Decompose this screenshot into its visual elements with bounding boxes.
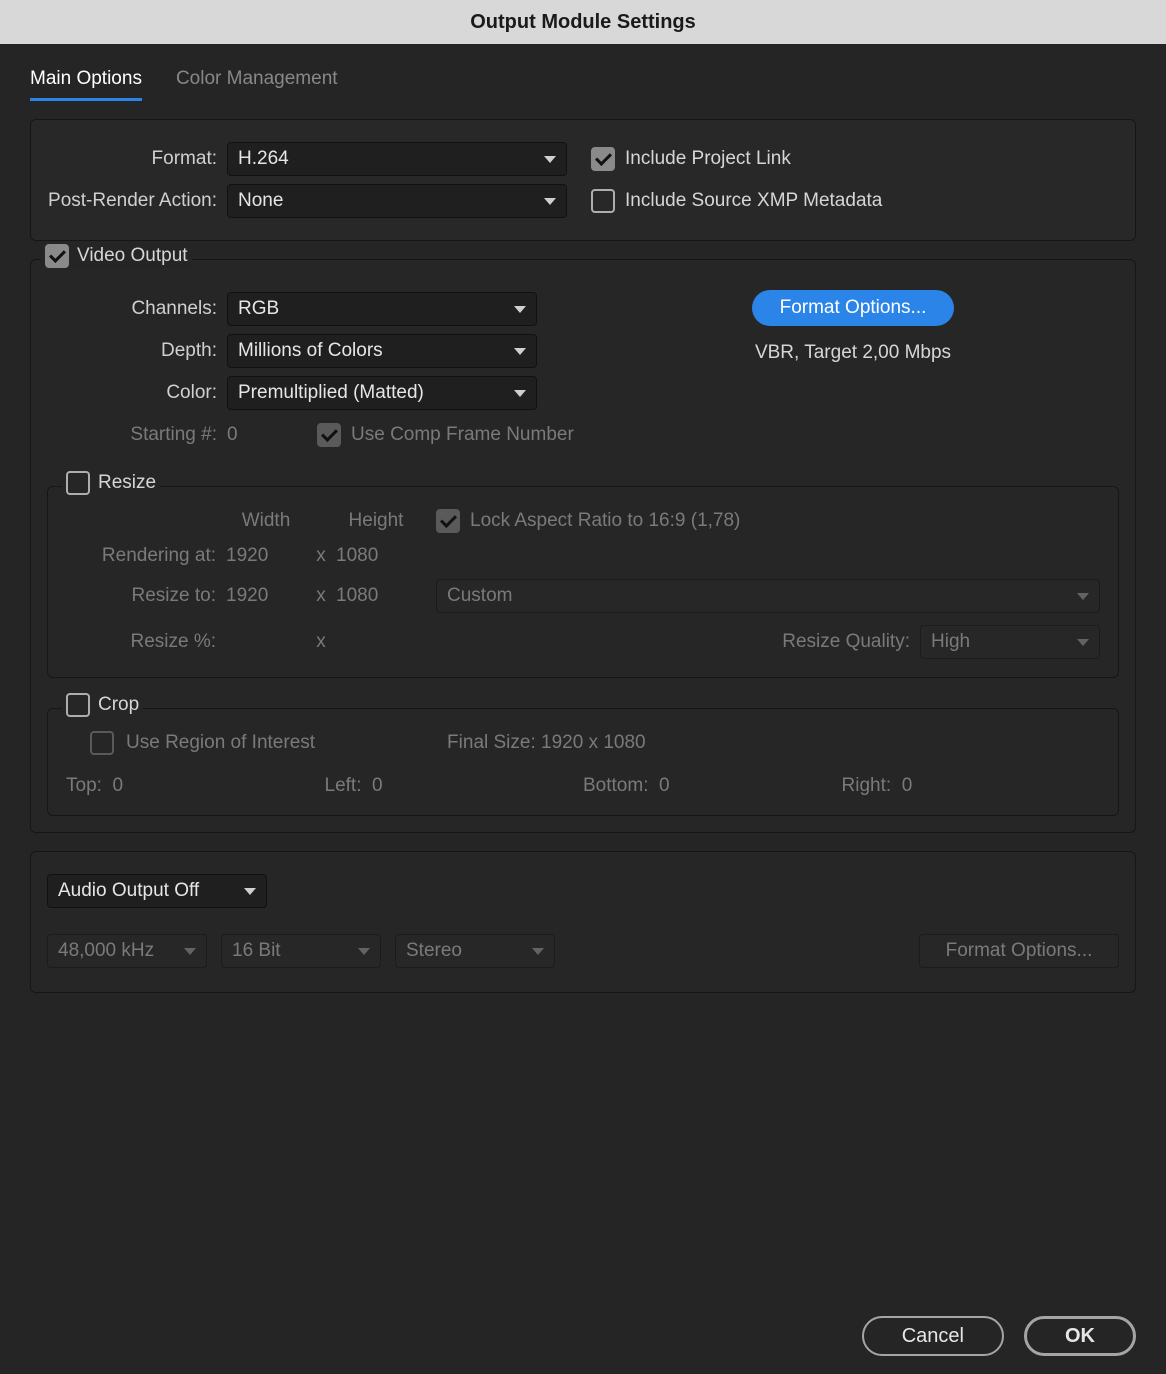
depth-value: Millions of Colors <box>238 340 383 362</box>
tab-color-management[interactable]: Color Management <box>176 68 338 101</box>
x-separator: x <box>306 631 336 653</box>
audio-channels-dropdown: Stereo <box>395 934 555 968</box>
crop-bottom-value: 0 <box>659 775 670 796</box>
audio-output-mode-dropdown[interactable]: Audio Output Off <box>47 874 267 908</box>
final-size: Final Size: 1920 x 1080 <box>447 732 646 754</box>
resize-quality-value: High <box>931 631 970 653</box>
chevron-down-icon <box>1077 593 1089 600</box>
tab-main-options[interactable]: Main Options <box>30 68 142 101</box>
format-panel: Format: H.264 Include Project Link Post-… <box>30 119 1136 241</box>
color-dropdown[interactable]: Premultiplied (Matted) <box>227 376 537 410</box>
resize-quality-label: Resize Quality: <box>782 631 910 653</box>
crop-checkbox[interactable] <box>66 693 90 717</box>
post-render-action-value: None <box>238 190 283 212</box>
post-render-action-dropdown[interactable]: None <box>227 184 567 218</box>
chevron-down-icon <box>244 888 256 895</box>
resize-preset-dropdown: Custom <box>436 579 1100 613</box>
resize-pct-label: Resize %: <box>66 631 226 653</box>
video-output-checkbox[interactable] <box>45 244 69 268</box>
chevron-down-icon <box>514 348 526 355</box>
starting-number-value: 0 <box>227 424 287 446</box>
crop-group: Crop Use Region of Interest Final Size: … <box>47 708 1119 816</box>
tabs: Main Options Color Management <box>18 44 1148 107</box>
format-label: Format: <box>47 148 227 170</box>
format-options-button[interactable]: Format Options... <box>752 290 955 326</box>
crop-left-label: Left: <box>325 775 362 796</box>
include-project-link-checkbox[interactable] <box>591 147 615 171</box>
resize-to-label: Resize to: <box>66 585 226 607</box>
audio-bit-depth-value: 16 Bit <box>232 940 281 962</box>
rendering-at-label: Rendering at: <box>66 545 226 567</box>
chevron-down-icon <box>532 948 544 955</box>
use-roi-checkbox <box>90 731 114 755</box>
resize-quality-dropdown: High <box>920 625 1100 659</box>
title-bar: Output Module Settings <box>0 0 1166 44</box>
audio-sample-rate-value: 48,000 kHz <box>58 940 154 962</box>
resize-preset-value: Custom <box>447 585 512 607</box>
dialog-title: Output Module Settings <box>470 11 696 34</box>
ok-button[interactable]: OK <box>1024 1316 1136 1356</box>
resize-legend: Resize <box>98 472 156 494</box>
include-project-link-label: Include Project Link <box>625 148 791 170</box>
color-label: Color: <box>47 382 227 404</box>
audio-sample-rate-dropdown: 48,000 kHz <box>47 934 207 968</box>
chevron-down-icon <box>544 198 556 205</box>
audio-output-group: Audio Output Off 48,000 kHz 16 Bit Stere… <box>30 851 1136 993</box>
depth-label: Depth: <box>47 340 227 362</box>
x-separator: x <box>306 585 336 607</box>
crop-bottom-label: Bottom: <box>583 775 648 796</box>
starting-number-label: Starting #: <box>47 424 227 446</box>
format-dropdown[interactable]: H.264 <box>227 142 567 176</box>
channels-label: Channels: <box>47 298 227 320</box>
resize-to-width: 1920 <box>226 585 306 607</box>
video-output-group: Video Output Channels: RGB Depth: Millio… <box>30 259 1136 833</box>
audio-format-options-button: Format Options... <box>919 934 1119 968</box>
chevron-down-icon <box>514 390 526 397</box>
crop-top-label: Top: <box>66 775 102 796</box>
lock-aspect-ratio-checkbox <box>436 509 460 533</box>
crop-right-label: Right: <box>842 775 892 796</box>
use-comp-frame-number-checkbox <box>317 423 341 447</box>
color-value: Premultiplied (Matted) <box>238 382 424 404</box>
cancel-button[interactable]: Cancel <box>862 1316 1004 1356</box>
resize-group: Resize Width Height Lock Aspect Ratio to… <box>47 486 1119 678</box>
include-xmp-label: Include Source XMP Metadata <box>625 190 882 212</box>
channels-dropdown[interactable]: RGB <box>227 292 537 326</box>
x-separator: x <box>306 545 336 567</box>
bitrate-info: VBR, Target 2,00 Mbps <box>755 342 951 364</box>
resize-checkbox[interactable] <box>66 471 90 495</box>
chevron-down-icon <box>544 156 556 163</box>
rendering-at-width: 1920 <box>226 545 306 567</box>
rendering-at-height: 1080 <box>336 545 416 567</box>
use-roi-label: Use Region of Interest <box>126 732 315 754</box>
use-comp-frame-number-label: Use Comp Frame Number <box>351 424 574 446</box>
crop-left-value: 0 <box>372 775 383 796</box>
audio-channels-value: Stereo <box>406 940 462 962</box>
crop-legend: Crop <box>98 694 139 716</box>
format-value: H.264 <box>238 148 289 170</box>
crop-right-value: 0 <box>902 775 913 796</box>
chevron-down-icon <box>514 306 526 313</box>
depth-dropdown[interactable]: Millions of Colors <box>227 334 537 368</box>
channels-value: RGB <box>238 298 279 320</box>
include-xmp-checkbox[interactable] <box>591 189 615 213</box>
chevron-down-icon <box>184 948 196 955</box>
audio-bit-depth-dropdown: 16 Bit <box>221 934 381 968</box>
width-header: Width <box>226 510 306 532</box>
crop-top-value: 0 <box>112 775 123 796</box>
chevron-down-icon <box>358 948 370 955</box>
lock-aspect-ratio-label: Lock Aspect Ratio to 16:9 (1,78) <box>470 510 740 532</box>
audio-output-mode-value: Audio Output Off <box>58 880 199 902</box>
video-output-legend: Video Output <box>77 245 188 267</box>
height-header: Height <box>336 510 416 532</box>
resize-to-height: 1080 <box>336 585 416 607</box>
post-render-action-label: Post-Render Action: <box>47 190 227 212</box>
chevron-down-icon <box>1077 639 1089 646</box>
audio-format-options-label: Format Options... <box>946 940 1093 962</box>
